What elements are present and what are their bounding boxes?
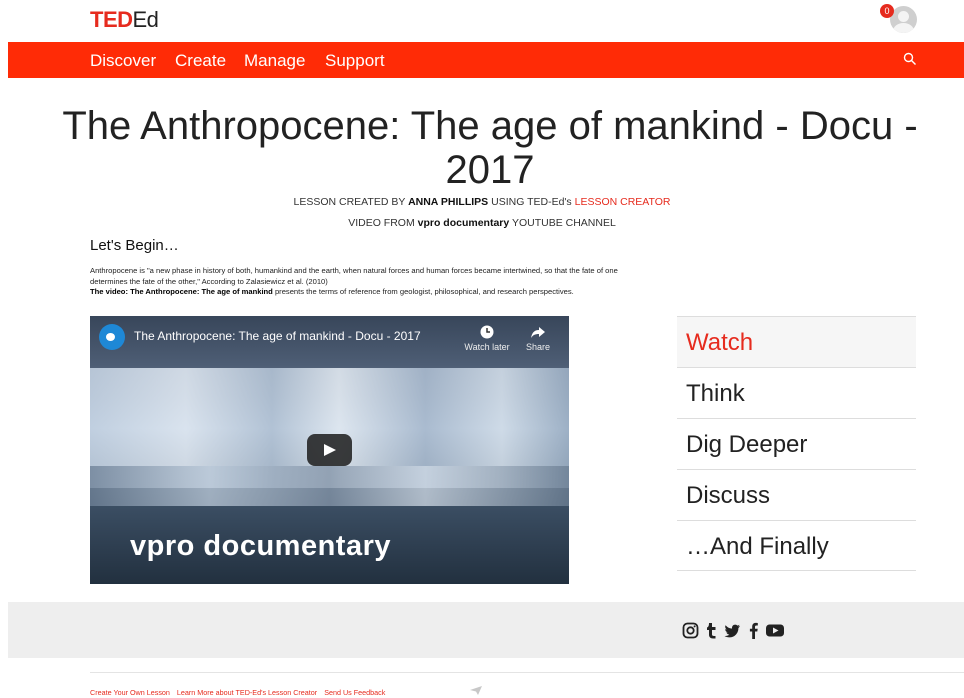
section-watch[interactable]: Watch [677,316,916,367]
video-watermark: vpro documentary [130,530,391,562]
clock-icon [480,325,494,339]
section-and-finally[interactable]: …And Finally [677,520,916,571]
video-label: The video: The Anthropocene: The age of … [90,287,273,296]
video-description: presents the terms of reference from geo… [272,287,574,296]
ted-ed-logo[interactable]: TEDEd [90,7,159,33]
feedback-link[interactable]: Send Us Feedback [324,688,385,697]
instagram-icon[interactable] [682,622,699,639]
avatar-head [898,11,909,22]
video-channel[interactable]: vpro documentary [418,217,510,229]
nav-manage[interactable]: Manage [244,51,305,71]
logo-ted: TED [90,7,133,32]
video-frame-ice [90,466,569,506]
lesson-creator-link[interactable]: LESSON CREATOR [575,196,671,208]
section-heading: Let's Begin… [90,237,179,254]
video-title[interactable]: The Anthropocene: The age of mankind - D… [134,329,421,343]
watch-later-button[interactable]: Watch later [463,324,511,352]
credit-prefix: LESSON CREATED BY [293,196,409,208]
nav-support[interactable]: Support [325,51,385,71]
channel-logo-eye [106,333,115,341]
video-credit-suffix: YOUTUBE CHANNEL [509,217,616,229]
paper-plane-icon [470,686,482,695]
play-button[interactable] [307,434,352,466]
nav-create[interactable]: Create [175,51,226,71]
search-icon[interactable] [903,52,917,66]
user-avatar[interactable] [890,6,917,33]
footer-links: Create Your Own Lesson Learn More about … [90,688,390,697]
section-think[interactable]: Think [677,367,916,418]
lesson-description: Anthropocene is "a new phase in history … [90,266,650,298]
lesson-credit: LESSON CREATED BY ANNA PHILLIPS USING TE… [0,195,964,209]
learn-more-link[interactable]: Learn More about TED-Ed's Lesson Creator [177,688,317,697]
top-bar: TEDEd 0 [0,0,964,42]
facebook-icon[interactable] [749,622,758,639]
video-player[interactable]: The Anthropocene: The age of mankind - D… [90,316,569,584]
tumblr-icon[interactable] [706,622,717,639]
share-button[interactable]: Share [520,324,556,352]
lesson-sections-menu: Watch Think Dig Deeper Discuss …And Fina… [677,316,916,571]
main-nav: Discover Create Manage Support [8,42,964,78]
nav-discover[interactable]: Discover [90,51,156,71]
logo-ed: Ed [132,7,159,32]
watch-later-label: Watch later [464,342,510,352]
footer-social-bar [8,602,964,658]
avatar-shoulders [893,23,914,33]
notification-badge[interactable]: 0 [880,4,894,18]
create-lesson-link[interactable]: Create Your Own Lesson [90,688,170,697]
footer-divider [90,672,964,673]
play-icon [324,444,336,456]
channel-logo-icon[interactable] [99,324,125,350]
section-dig-deeper[interactable]: Dig Deeper [677,418,916,469]
video-credit: VIDEO FROM vpro documentary YOUTUBE CHAN… [0,216,964,230]
twitter-icon[interactable] [724,622,741,639]
lesson-title: The Anthropocene: The age of mankind - D… [62,104,918,192]
description-paragraph: Anthropocene is "a new phase in history … [90,266,618,286]
credit-using: USING TED-Ed's [488,196,575,208]
share-arrow-icon [531,327,545,338]
section-discuss[interactable]: Discuss [677,469,916,520]
credit-author[interactable]: ANNA PHILLIPS [408,196,488,208]
youtube-icon[interactable] [765,622,785,639]
share-label: Share [525,342,551,352]
video-credit-prefix: VIDEO FROM [348,217,418,229]
